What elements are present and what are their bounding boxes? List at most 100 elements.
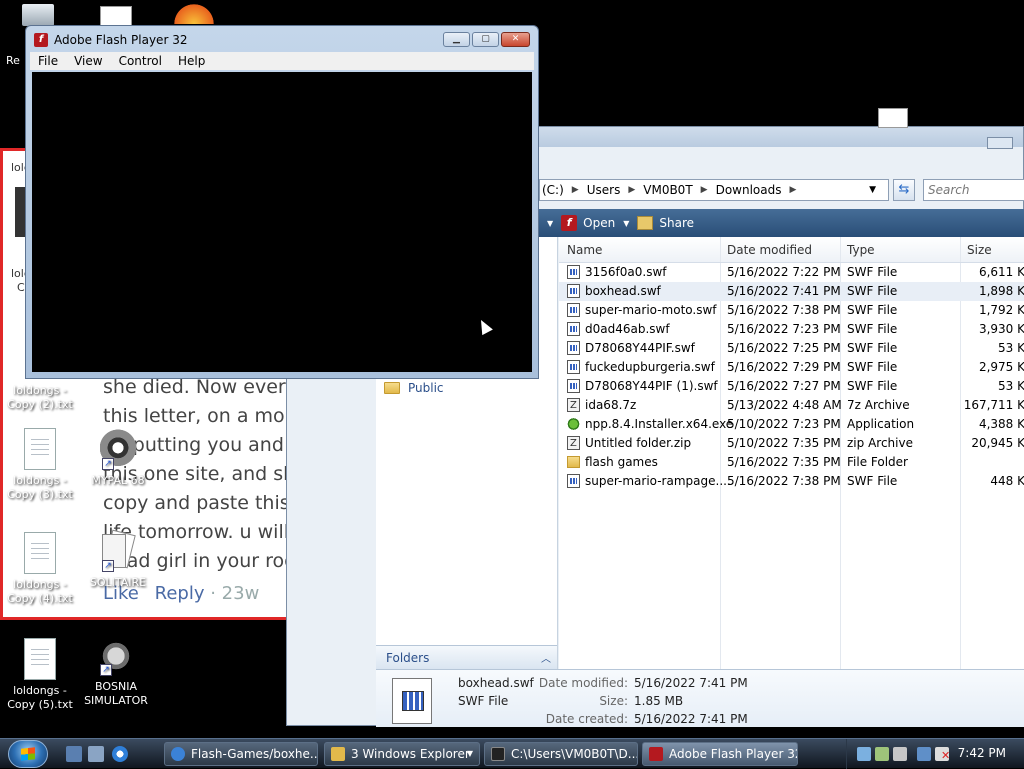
file-row[interactable]: d0ad46ab.swf 5/16/2022 7:23 PM SWF File 3,9… [559,320,1024,339]
file-type: SWF File [847,379,898,393]
volume-muted-icon[interactable]: ✕ [935,747,950,762]
swf-file-icon [567,284,580,298]
file-size: 2,975 K [978,360,1024,374]
menu-bar: File View Control Help [30,52,534,70]
column-header-date[interactable]: Date modified [727,243,812,257]
tray-icon[interactable] [893,747,907,761]
file-name-cell: super-mario-rampage.... [567,472,731,491]
file-size: 3,930 K [978,322,1024,336]
close-button[interactable]: ✕ [501,32,530,47]
task-windows-explorer[interactable]: 3 Windows Explorer ▼ [324,742,480,766]
command-bar: ▼ f Open ▼ Share [539,209,1024,237]
raccoon-icon: ↗ [100,428,136,472]
reply-link[interactable]: Reply [155,583,205,604]
file-row[interactable]: Untitled folder.zip 5/10/2022 7:35 PM zip … [559,434,1024,453]
desktop-icon-mypal[interactable]: ↗ MYPAL 68 [78,428,158,488]
breadcrumb-drive[interactable]: (C:) [542,183,564,197]
file-size: 1,792 K [978,303,1024,317]
menu-file[interactable]: File [38,54,58,68]
flash-stage[interactable] [32,72,532,372]
file-row[interactable]: boxhead.swf 5/16/2022 7:41 PM SWF File 1,89… [559,282,1024,301]
file-row[interactable]: super-mario-moto.swf 5/16/2022 7:38 PM SWF… [559,301,1024,320]
file-type: 7z Archive [847,398,910,412]
file-row[interactable]: fuckedupburgeria.swf 5/16/2022 7:29 PM SWF… [559,358,1024,377]
share-button[interactable]: Share [637,216,694,230]
chevron-right-icon[interactable]: ▶ [701,185,708,195]
desktop-icon-loldongs-3[interactable]: loldongs - Copy (3).txt [0,428,80,502]
chevron-up-icon[interactable]: ︿ [541,650,551,665]
maximize-button[interactable]: ▢ [472,32,499,47]
minimize-button[interactable]: ▁ [443,32,470,47]
file-row[interactable]: flash games 5/16/2022 7:35 PM File Folder [559,453,1024,472]
flash-icon: f [34,33,48,47]
task-browser[interactable]: Flash-Games/boxhe... [164,742,318,766]
network-icon[interactable] [917,747,931,761]
tray-icon[interactable] [857,747,871,761]
flash-player-title[interactable]: f Adobe Flash Player 32 [34,33,187,47]
chevron-right-icon[interactable]: ▶ [628,185,635,195]
flash-icon: f [561,215,578,231]
menu-view[interactable]: View [74,54,102,68]
file-row[interactable]: ida68.7z 5/13/2022 4:48 AM 7z Archive 167,7… [559,396,1024,415]
desktop-icon-solitaire[interactable]: ↗ SOLITAIRE [78,529,158,590]
start-button[interactable] [8,740,48,768]
clock[interactable]: 7:42 PM [958,746,1006,760]
refresh-button[interactable]: ⇆ [893,179,915,201]
file-name: fuckedupburgeria.swf [585,360,715,374]
swf-file-icon [567,474,580,488]
address-bar[interactable]: (C:) ▶ Users ▶ VM0B0T ▶ Downloads ▶ ▼ [539,179,889,201]
tray-icon[interactable] [875,747,889,761]
desktop-icon[interactable] [878,108,908,128]
desktop-icon-bosnia-simulator[interactable]: ↗ BOSNIA SIMULATOR [76,634,156,708]
menu-control[interactable]: Control [119,54,162,68]
chevron-right-icon[interactable]: ▶ [789,185,796,195]
folders-toggle[interactable]: Folders ︿ [376,645,557,669]
file-row[interactable]: super-mario-rampage.... 5/16/2022 7:38 PM… [559,472,1024,491]
chevron-down-icon[interactable]: ▼ [623,219,629,228]
file-type: SWF File [847,303,898,317]
column-header-name[interactable]: Name [567,243,602,257]
file-name-cell: d0ad46ab.swf [567,320,670,339]
file-row[interactable]: D78068Y44PIF.swf 5/16/2022 7:25 PM SWF Fil… [559,339,1024,358]
internet-explorer-icon[interactable] [112,746,128,762]
share-icon [637,216,654,230]
breadcrumb-user[interactable]: VM0B0T [643,183,692,197]
column-header-size[interactable]: Size [967,243,992,257]
flash-player-window[interactable]: f Adobe Flash Player 32 ▁ ▢ ✕ File View … [25,25,539,379]
nav-item-public[interactable]: Public [384,381,444,395]
task-command-prompt[interactable]: C:\Users\VM0B0T\D... [484,742,638,766]
desktop-icon-loldongs-4[interactable]: loldongs - Copy (4).txt [0,532,80,606]
file-row[interactable]: D78068Y44PIF (1).swf 5/16/2022 7:27 PM SWF… [559,377,1024,396]
recycle-bin-icon[interactable] [22,4,54,26]
show-desktop-icon[interactable] [66,746,82,762]
desktop-icon-loldongs-5[interactable]: loldongs - Copy (5).txt [0,638,80,712]
breadcrumb-users[interactable]: Users [587,183,621,197]
chevron-down-icon[interactable]: ▼ [869,185,876,195]
file-size: 6,611 K [978,265,1024,279]
chevron-down-icon[interactable]: ▼ [547,219,553,228]
breadcrumb-downloads[interactable]: Downloads [716,183,782,197]
desktop-icon-label: BOSNIA SIMULATOR [84,680,148,707]
window-controls: ▁ ▢ ✕ [441,32,530,47]
file-name-cell: fuckedupburgeria.swf [567,358,715,377]
task-label: C:\Users\VM0B0T\D... [511,747,638,761]
switch-windows-icon[interactable] [88,746,104,762]
desktop-icon-label: SOLITAIRE [89,576,147,589]
console-icon [491,747,505,761]
file-name: ida68.7z [585,398,637,412]
firefox-icon[interactable] [172,0,216,24]
file-row[interactable]: npp.8.4.Installer.x64.exe 5/10/2022 7:23 … [559,415,1024,434]
file-type: Application [847,417,915,431]
task-flash-player[interactable]: Adobe Flash Player 32 [642,742,798,766]
search-input[interactable]: Search [923,179,1024,201]
maximize-button[interactable] [987,137,1013,149]
column-header-type[interactable]: Type [847,243,875,257]
file-row[interactable]: 3156f0a0.swf 5/16/2022 7:22 PM SWF File 6,6… [559,263,1024,282]
desktop-partial-label: Re [6,54,20,67]
file-date: 5/13/2022 4:48 AM [727,398,842,412]
chevron-right-icon[interactable]: ▶ [572,185,579,195]
file-icon[interactable] [100,6,132,26]
open-button[interactable]: f Open [561,215,615,231]
open-label: Open [583,216,616,230]
menu-help[interactable]: Help [178,54,205,68]
